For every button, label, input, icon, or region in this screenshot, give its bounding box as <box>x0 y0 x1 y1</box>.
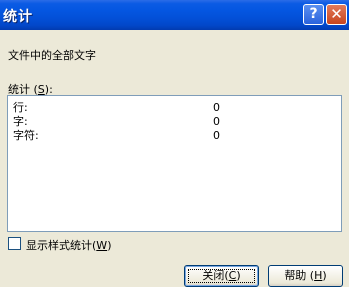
dialog-title: 统计 <box>3 9 33 25</box>
stat-name-chars: 字: <box>13 115 28 128</box>
help-question-button[interactable]: ? <box>303 4 324 25</box>
show-style-stats-prefix: 显示样式统计( <box>26 239 97 252</box>
focus-rectangle <box>188 269 255 283</box>
stats-listbox[interactable]: 行: 0 字: 0 字符: 0 <box>7 95 342 232</box>
stat-row-lines: 行: 0 <box>13 101 333 114</box>
title-bar[interactable]: 统计 ? ✕ <box>0 0 349 30</box>
statistics-dialog: 统计 ? ✕ 文件中的全部文字 统计 (S): 行: 0 字: 0 字符: 0 … <box>0 0 349 287</box>
stat-row-characters: 字符: 0 <box>13 129 333 142</box>
question-mark-icon: ? <box>309 6 318 22</box>
show-style-stats-suffix: ) <box>107 239 112 252</box>
stat-value-lines: 0 <box>213 101 220 114</box>
stat-name-lines: 行: <box>13 101 28 114</box>
close-button[interactable]: 关闭(C) <box>184 265 259 287</box>
doc-stats-label: 文件中的全部文字 <box>8 49 96 62</box>
help-button-suffix: ) <box>322 269 327 282</box>
window-close-button[interactable]: ✕ <box>326 4 347 25</box>
show-style-stats-accelerator: W <box>96 239 108 252</box>
show-style-stats-checkbox[interactable] <box>8 237 21 250</box>
help-button[interactable]: 帮助 (H) <box>268 265 343 287</box>
stat-row-chars: 字: 0 <box>13 115 333 128</box>
help-button-prefix: 帮助 ( <box>284 269 315 282</box>
stat-value-characters: 0 <box>213 129 220 142</box>
stat-name-characters: 字符: <box>13 129 39 142</box>
stat-value-chars: 0 <box>213 115 220 128</box>
close-icon: ✕ <box>330 5 343 23</box>
show-style-stats-label[interactable]: 显示样式统计(W) <box>26 237 111 253</box>
